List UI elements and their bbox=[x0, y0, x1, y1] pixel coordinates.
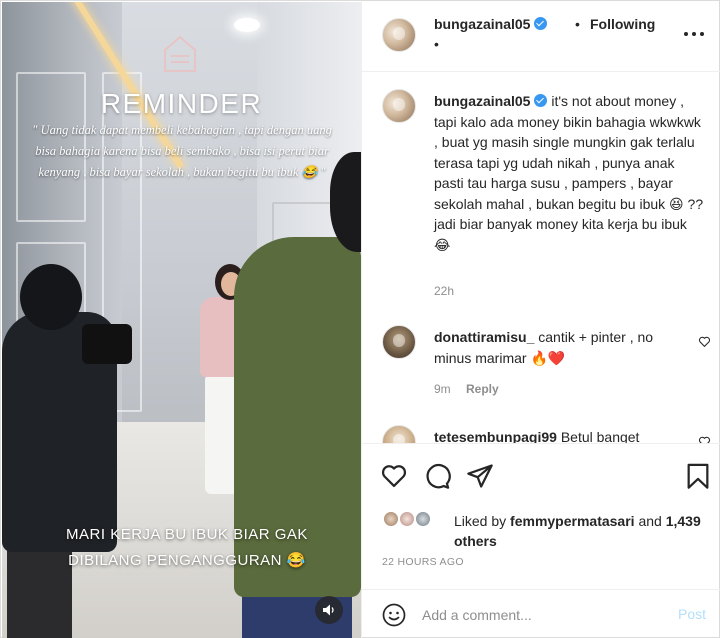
post-actions: Liked by femmypermatasari and 1,439 othe… bbox=[362, 443, 720, 598]
author-avatar[interactable] bbox=[382, 18, 416, 52]
caption-username[interactable]: bungazainal05 bbox=[434, 93, 530, 109]
reply-button[interactable]: Reply bbox=[466, 382, 499, 396]
likes-summary: Liked by femmypermatasari and 1,439 othe… bbox=[382, 508, 712, 551]
comment-time: 9m bbox=[434, 382, 451, 396]
speaker-icon bbox=[323, 604, 334, 616]
comment-avatar[interactable] bbox=[382, 325, 416, 359]
send-icon[interactable] bbox=[466, 462, 494, 490]
following-button[interactable]: Following bbox=[590, 16, 655, 32]
comment-item: donattiramisu_ cantik + pinter , no minu… bbox=[434, 327, 684, 368]
overlay-title: REMINDER bbox=[100, 88, 263, 119]
mute-button[interactable] bbox=[315, 596, 343, 624]
overlay-quote: " Uang tidak dapat membeli kebahagian , … bbox=[32, 123, 332, 179]
header-separator: • bbox=[575, 16, 580, 32]
comment-item: tetesembunpagi99 Betul banget bbox=[434, 427, 684, 443]
liked-by-text: Liked by femmypermatasari and 1,439 othe… bbox=[454, 511, 704, 551]
comments-list[interactable]: bungazainal05 it's not about money , tap… bbox=[362, 73, 720, 443]
add-comment-bar: Post bbox=[362, 589, 720, 638]
comment-input[interactable] bbox=[422, 604, 652, 626]
comment-username[interactable]: tetesembunpagi99 bbox=[434, 429, 557, 443]
bookmark-icon[interactable] bbox=[684, 462, 712, 490]
verified-badge-icon bbox=[534, 94, 548, 107]
post-caption: bungazainal05 it's not about money , tap… bbox=[434, 91, 704, 255]
post-header: bungazainal05 • Following • bbox=[362, 2, 720, 72]
comment-username[interactable]: donattiramisu_ bbox=[434, 329, 534, 345]
liked-by-joiner: and bbox=[638, 513, 662, 529]
home-outline-icon bbox=[164, 35, 196, 72]
post-sidebar: bungazainal05 • Following • bungazainal0… bbox=[361, 2, 720, 638]
post-timestamp[interactable]: 22 HOURS AGO bbox=[382, 556, 464, 568]
caption-time: 22h bbox=[434, 284, 455, 298]
scene-ceiling-light bbox=[234, 18, 260, 32]
scene-cameraman-head bbox=[20, 264, 82, 330]
post-video[interactable]: REMINDER " Uang tidak dapat membeli keba… bbox=[2, 2, 361, 638]
author-username[interactable]: bungazainal05 bbox=[434, 16, 530, 32]
liked-by-prefix: Liked by bbox=[454, 513, 507, 529]
post-comment-button[interactable]: Post bbox=[678, 606, 706, 622]
post-modal: REMINDER " Uang tidak dapat membeli keba… bbox=[0, 0, 720, 638]
liker-avatar bbox=[414, 510, 432, 528]
more-options-icon[interactable] bbox=[684, 24, 704, 44]
emoji-icon[interactable] bbox=[382, 603, 406, 627]
comment-like-heart-icon[interactable] bbox=[698, 435, 711, 443]
overlay-bottom-caption: MARI KERJA BU IBUK BIAR GAK DIBILANG PEN… bbox=[66, 526, 308, 569]
author-username-row: bungazainal05 bbox=[434, 16, 548, 32]
comment-body: Betul banget bbox=[560, 429, 640, 443]
caption-avatar[interactable] bbox=[382, 89, 416, 123]
heart-icon[interactable] bbox=[380, 462, 408, 490]
scene-camera-gimbal bbox=[82, 324, 132, 364]
liked-by-user[interactable]: femmypermatasari bbox=[510, 513, 635, 529]
caption-text: it's not about money , tapi kalo ada mon… bbox=[434, 93, 704, 253]
verified-badge-icon bbox=[534, 17, 548, 30]
comment-avatar[interactable] bbox=[382, 425, 416, 443]
comment-like-heart-icon[interactable] bbox=[698, 335, 711, 348]
header-subline: • bbox=[434, 36, 439, 52]
comment-icon[interactable] bbox=[423, 462, 451, 490]
